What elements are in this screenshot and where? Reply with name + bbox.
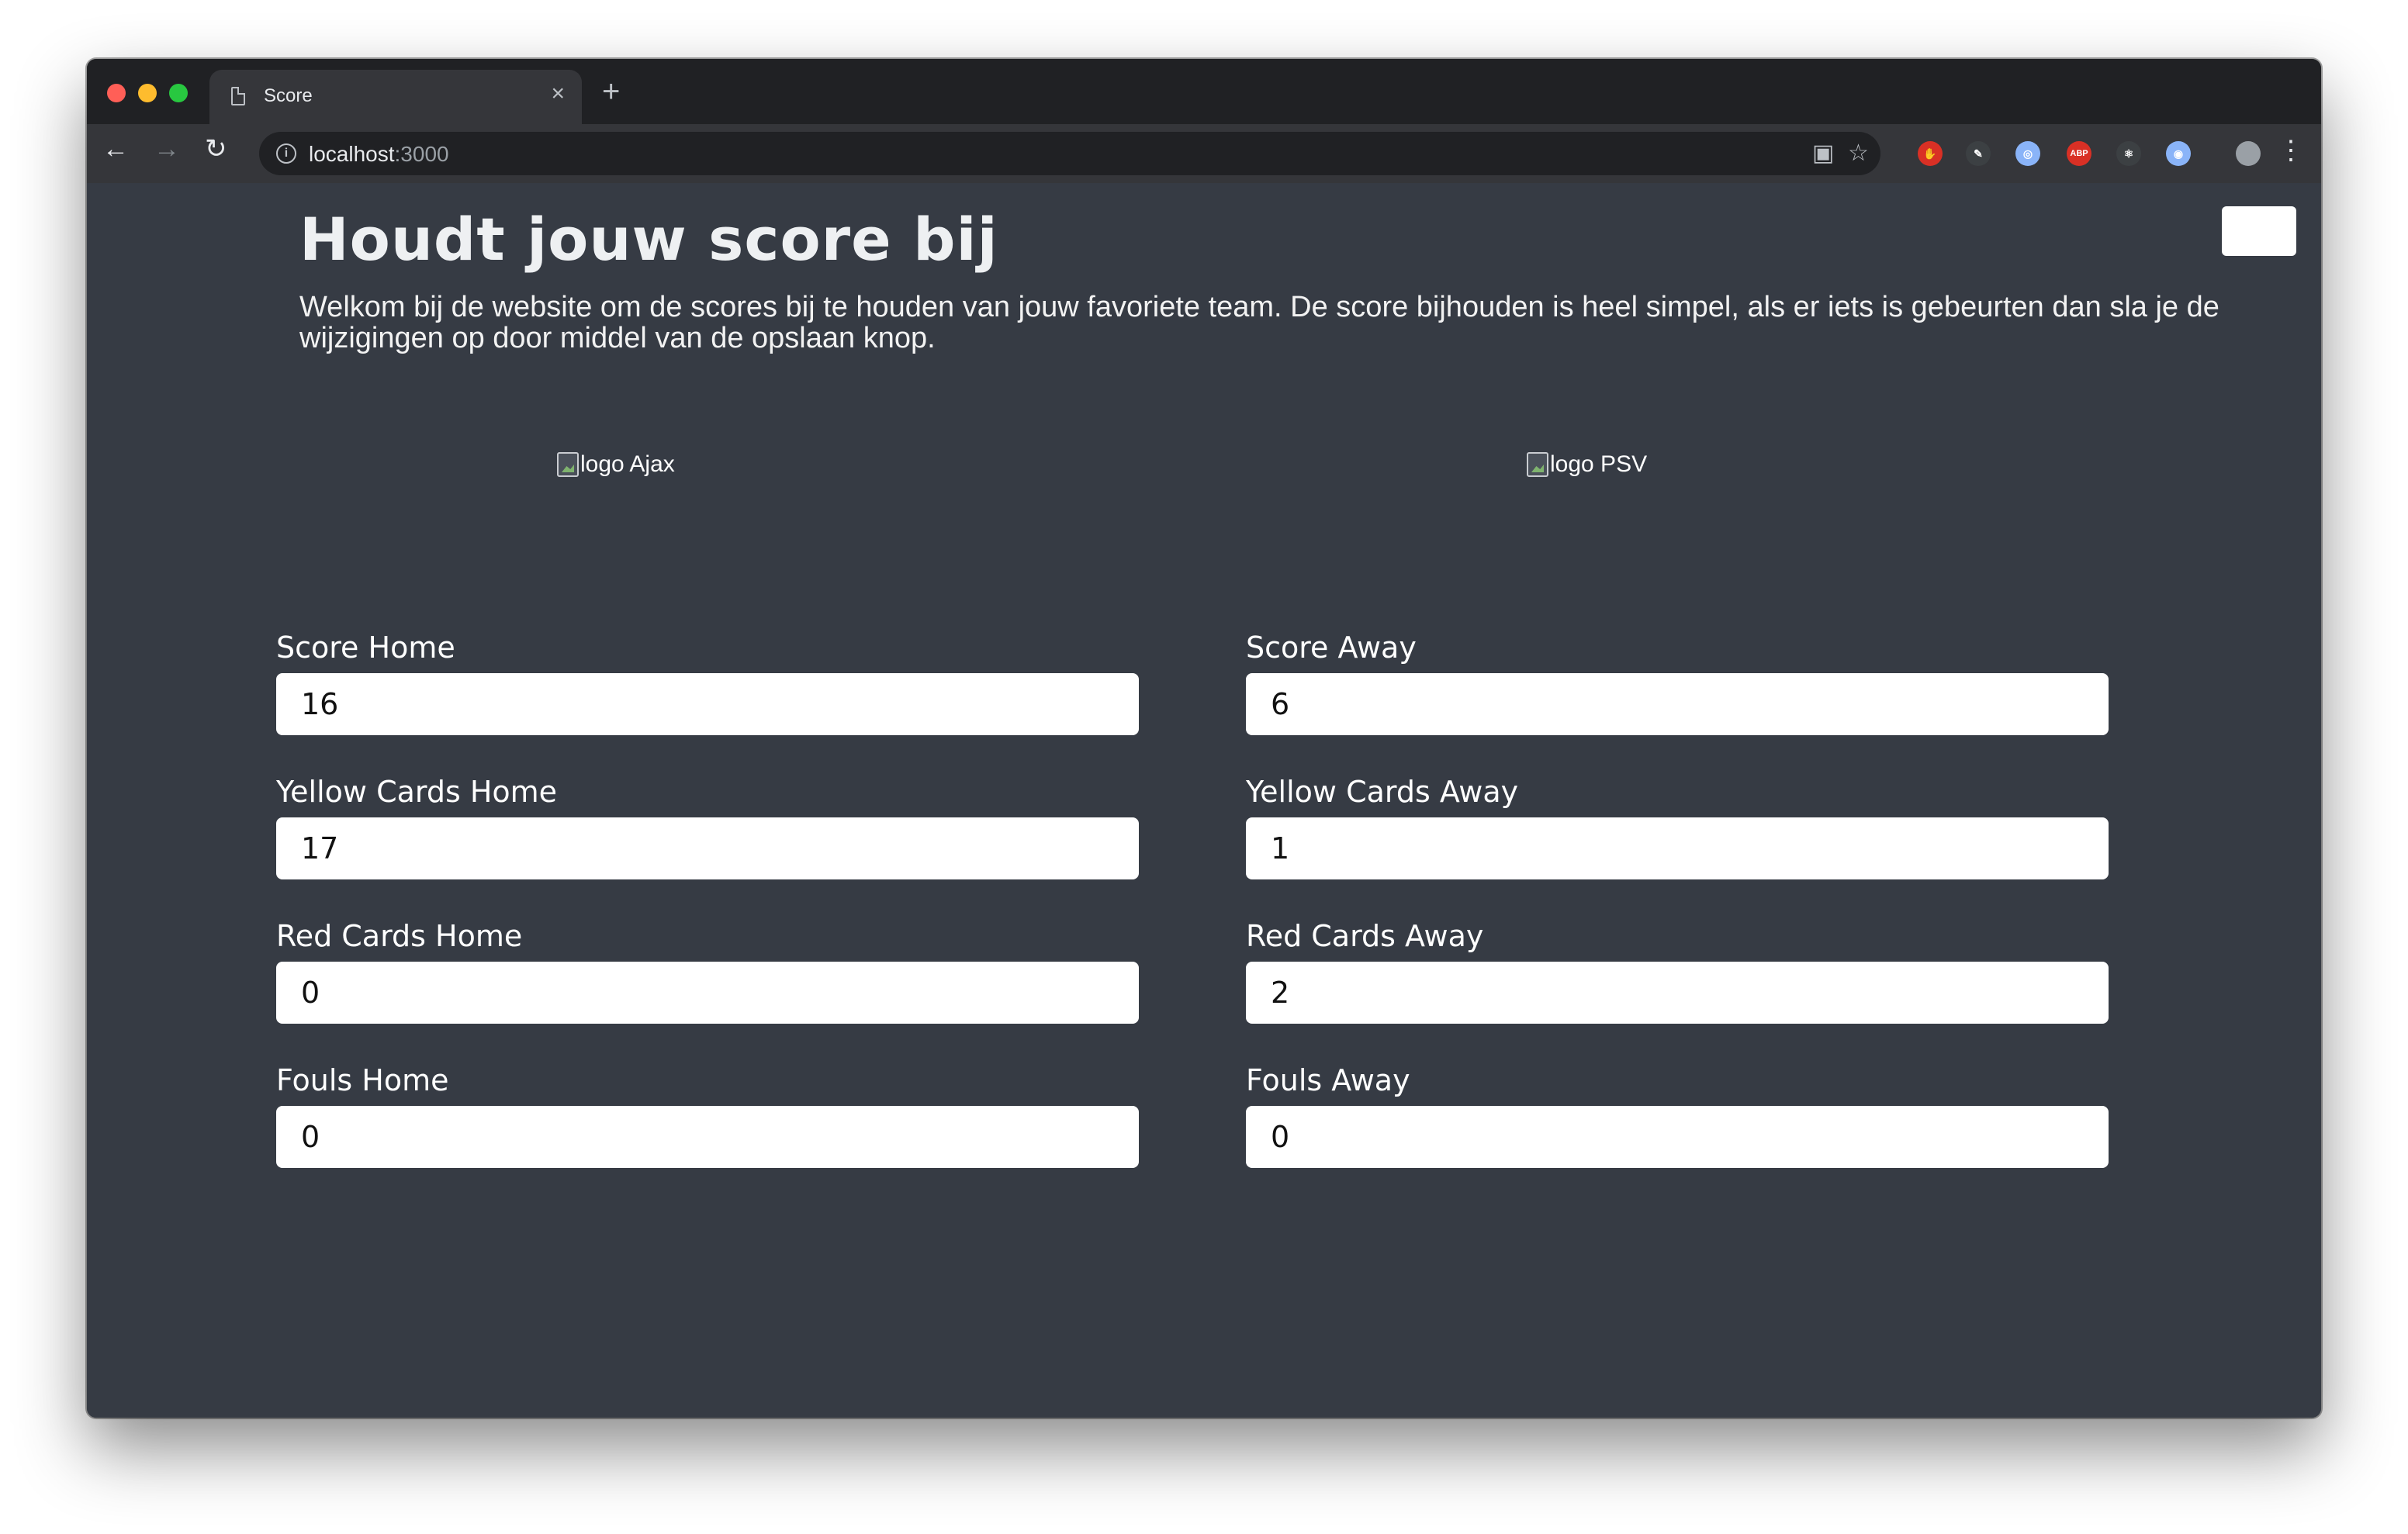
url-text[interactable]: localhost:3000 (309, 142, 449, 167)
score-home-input[interactable] (276, 673, 1139, 735)
page-title: Houdt jouw score bij (299, 205, 998, 274)
fouls-home-field: Fouls Home (276, 1061, 1139, 1205)
home-stats-column: Score Home Yellow Cards Home Red Cards H… (276, 628, 1139, 1205)
document-icon (231, 87, 245, 105)
url-port: :3000 (394, 142, 449, 166)
stop-extension-icon[interactable]: ✋ (1918, 141, 1943, 166)
close-window-button[interactable] (107, 84, 126, 102)
react-extension-icon[interactable]: ⚛ (2116, 141, 2141, 166)
top-right-button[interactable] (2222, 206, 2296, 256)
red-cards-home-label: Red Cards Home (276, 919, 523, 953)
fouls-away-input[interactable] (1246, 1106, 2109, 1168)
score-away-label: Score Away (1246, 631, 1417, 665)
away-stats-column: Score Away Yellow Cards Away Red Cards A… (1246, 628, 2109, 1205)
logo-psv-alt: logo PSV (1550, 451, 1648, 477)
score-away-field: Score Away (1246, 628, 2109, 772)
logo-ajax-image: logo Ajax (557, 451, 675, 478)
yellow-cards-away-label: Yellow Cards Away (1246, 775, 1519, 809)
score-away-input[interactable] (1246, 673, 2109, 735)
red-cards-away-label: Red Cards Away (1246, 919, 1484, 953)
logo-ajax-alt: logo Ajax (580, 451, 675, 477)
yellow-cards-away-field: Yellow Cards Away (1246, 772, 2109, 917)
red-cards-home-field: Red Cards Home (276, 917, 1139, 1061)
fouls-home-input[interactable] (276, 1106, 1139, 1168)
yellow-cards-home-input[interactable] (276, 817, 1139, 879)
broken-image-icon (1527, 452, 1548, 477)
back-arrow-icon[interactable]: ← (102, 133, 129, 164)
fouls-home-label: Fouls Home (276, 1063, 449, 1097)
yellow-cards-home-field: Yellow Cards Home (276, 772, 1139, 917)
new-tab-button[interactable]: + (602, 76, 620, 107)
fouls-away-field: Fouls Away (1246, 1061, 2109, 1205)
score-home-label: Score Home (276, 631, 455, 665)
tab-strip: Score × + (87, 59, 2321, 124)
browser-tab-score[interactable]: Score × (209, 70, 582, 124)
circle-extension-icon[interactable]: ◎ (2015, 141, 2040, 166)
forward-arrow-icon[interactable]: → (154, 133, 180, 164)
minimize-window-button[interactable] (138, 84, 157, 102)
page-content: Houdt jouw score bij Welkom bij de websi… (87, 183, 2321, 1418)
url-host: localhost (309, 142, 395, 166)
yellow-cards-home-label: Yellow Cards Home (276, 775, 558, 809)
tab-close-icon[interactable]: × (551, 82, 565, 105)
ring-extension-icon[interactable]: ◉ (2166, 141, 2191, 166)
address-bar[interactable]: i localhost:3000 ▣ ☆ (259, 132, 1880, 175)
site-info-icon[interactable]: i (276, 143, 296, 164)
red-cards-away-input[interactable] (1246, 962, 2109, 1024)
browser-menu-icon[interactable]: ⋮ (2278, 135, 2304, 166)
tab-title: Score (264, 85, 313, 106)
fouls-away-label: Fouls Away (1246, 1063, 1410, 1097)
yellow-cards-away-input[interactable] (1246, 817, 2109, 879)
broken-image-icon (557, 452, 579, 477)
pen-extension-icon[interactable]: ✎ (1966, 141, 1991, 166)
browser-toolbar: ← → ↻ i localhost:3000 ▣ ☆ ✋ ✎ ◎ ABP ⚛ ◉ ⋮ (87, 124, 2321, 183)
logo-psv-image: logo PSV (1527, 451, 1647, 478)
bookmark-star-icon[interactable]: ☆ (1848, 140, 1869, 167)
red-cards-home-input[interactable] (276, 962, 1139, 1024)
cast-blocked-icon[interactable]: ▣ (1812, 140, 1834, 167)
adblock-extension-icon[interactable]: ABP (2067, 141, 2091, 166)
browser-window: Score × + ← → ↻ i localhost:3000 ▣ ☆ ✋ ✎ ◎… (87, 59, 2321, 1418)
intro-text: Welkom bij de website om de scores bij t… (299, 291, 2219, 354)
red-cards-away-field: Red Cards Away (1246, 917, 2109, 1061)
profile-avatar-icon[interactable] (2236, 141, 2261, 166)
score-home-field: Score Home (276, 628, 1139, 772)
maximize-window-button[interactable] (169, 84, 188, 102)
reload-icon[interactable]: ↻ (205, 133, 227, 164)
